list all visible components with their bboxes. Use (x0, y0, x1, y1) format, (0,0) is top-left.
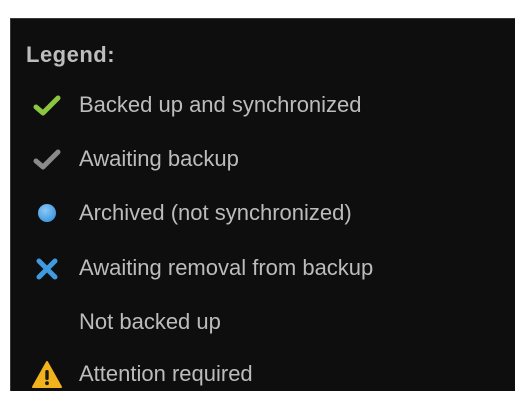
legend-item-not-backed-up: Not backed up (11, 303, 515, 343)
gray-checkmark-icon (31, 144, 63, 176)
green-checkmark-icon (31, 90, 63, 122)
legend-item-label: Not backed up (79, 309, 221, 334)
legend-item-attention: Attention required (11, 355, 515, 395)
legend-panel: Legend: Backed up and synchronized Await… (10, 18, 515, 391)
legend-item-label: Awaiting backup (79, 146, 239, 171)
legend-item-label: Archived (not synchronized) (79, 200, 352, 225)
legend-item-backed-up: Backed up and synchronized (11, 86, 515, 126)
legend-title: Legend: (26, 42, 116, 67)
legend-item-label: Awaiting removal from backup (79, 255, 374, 280)
legend-item-awaiting-removal: Awaiting removal from backup (11, 249, 515, 289)
blue-x-icon (31, 253, 63, 285)
legend-item-label: Backed up and synchronized (79, 92, 362, 117)
screenshot-frame: Legend: Backed up and synchronized Await… (0, 0, 515, 391)
legend-item-label: Attention required (79, 361, 253, 386)
legend-item-archived: Archived (not synchronized) (11, 194, 515, 234)
legend-item-awaiting-backup: Awaiting backup (11, 140, 515, 180)
warning-triangle-icon (31, 359, 63, 391)
blue-circle-icon (31, 198, 63, 230)
